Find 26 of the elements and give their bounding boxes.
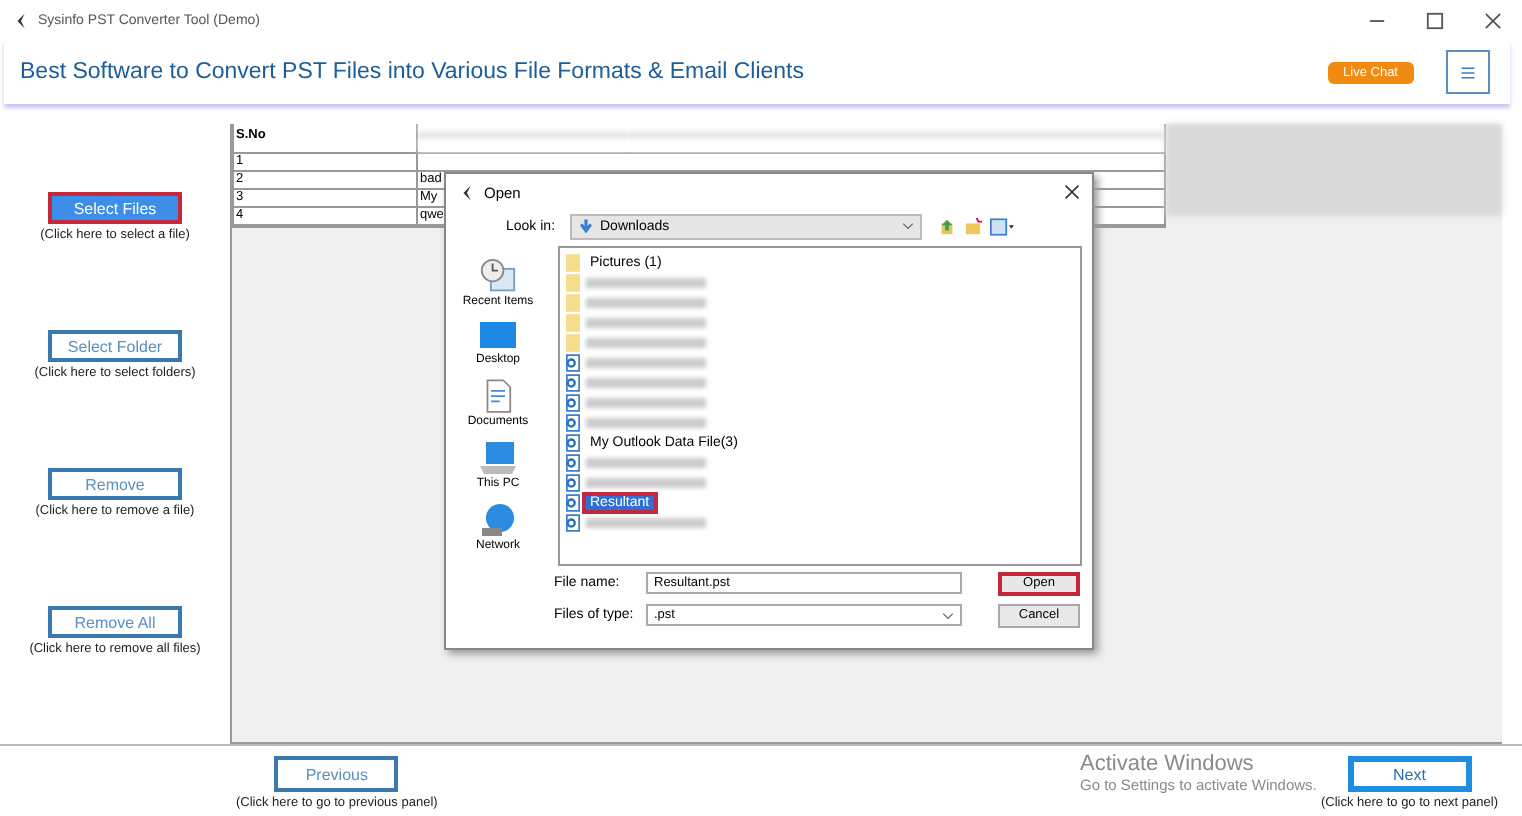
app-logo-icon xyxy=(12,11,30,29)
view-menu-icon[interactable] xyxy=(990,217,1014,235)
up-folder-icon[interactable] xyxy=(938,217,956,235)
close-icon[interactable] xyxy=(1064,184,1080,200)
network-globe-icon xyxy=(477,502,518,538)
headline: Best Software to Convert PST Files into Various File Formats & Email Clients xyxy=(20,60,804,84)
desktop-icon xyxy=(477,320,518,352)
side-button[interactable]: Remove All xyxy=(48,606,182,638)
close-icon[interactable] xyxy=(1484,11,1502,29)
download-arrow-icon xyxy=(578,218,594,234)
clock-document-icon xyxy=(479,258,516,294)
nav-button[interactable]: Previous xyxy=(274,756,399,792)
activation-title: Activate Windows xyxy=(1080,752,1256,776)
side-button[interactable]: Select Folder xyxy=(48,330,182,362)
laptop-icon xyxy=(478,440,518,476)
document-icon xyxy=(483,378,512,414)
new-folder-icon[interactable] xyxy=(964,217,982,235)
chevron-down-icon xyxy=(902,222,914,230)
nav-button[interactable]: Next xyxy=(1347,756,1472,792)
menu-button[interactable] xyxy=(1446,50,1490,94)
menu-icon xyxy=(1460,65,1476,79)
app-logo-icon xyxy=(458,183,476,201)
maximize-icon[interactable] xyxy=(1426,11,1444,29)
side-button[interactable]: Remove xyxy=(48,468,182,500)
side-button[interactable]: Select Files xyxy=(48,192,182,224)
chevron-down-icon xyxy=(942,611,954,619)
